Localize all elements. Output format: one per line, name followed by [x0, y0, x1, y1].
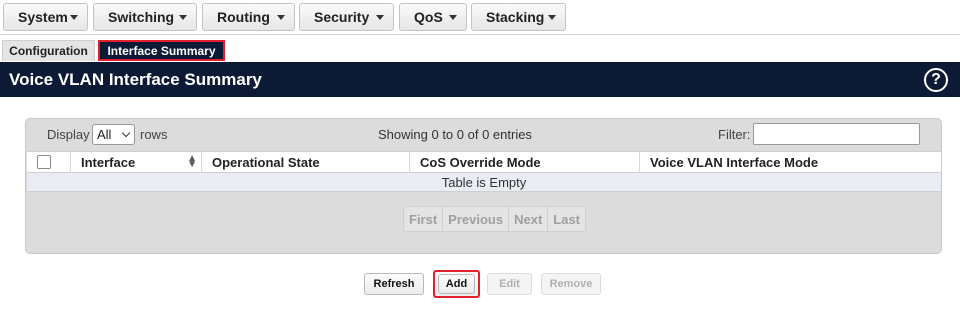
chevron-down-icon	[277, 15, 285, 20]
pagination-previous[interactable]: Previous	[443, 207, 510, 231]
add-button-face: Add	[438, 274, 475, 294]
menu-routing-label: Routing	[217, 9, 270, 25]
pagination-last[interactable]: Last	[548, 207, 585, 231]
menu-stacking-label: Stacking	[486, 9, 545, 25]
add-button[interactable]: Add	[433, 270, 480, 298]
pagination-first[interactable]: First	[404, 207, 444, 231]
help-icon-glyph: ?	[931, 71, 941, 88]
chevron-down-icon	[548, 15, 556, 20]
display-label: Display	[47, 127, 90, 142]
remove-button-label: Remove	[549, 278, 593, 290]
chevron-down-icon	[179, 15, 187, 20]
pagination-next[interactable]: Next	[509, 207, 549, 231]
menu-switching[interactable]: Switching	[93, 3, 197, 31]
table-header: Interface ▲ ▼ Operational State CoS Overr…	[27, 151, 941, 173]
table-empty-row: Table is Empty	[27, 173, 941, 192]
page-title-bar: Voice VLAN Interface Summary ?	[0, 62, 960, 97]
filter-input[interactable]	[753, 123, 920, 145]
menu-security-label: Security	[314, 9, 370, 25]
rows-per-page-select[interactable]: All	[92, 124, 135, 145]
tab-interface-summary[interactable]: Interface Summary	[98, 40, 225, 61]
column-header-cos-override-mode-label: CoS Override Mode	[420, 155, 541, 170]
tab-configuration-label: Configuration	[9, 44, 88, 58]
refresh-button[interactable]: Refresh	[364, 273, 424, 295]
column-header-interface-label: Interface	[81, 155, 136, 170]
top-menu-bar: System Switching Routing Security QoS St…	[0, 0, 960, 35]
menu-stacking[interactable]: Stacking	[471, 3, 566, 31]
chevron-down-icon	[70, 15, 78, 20]
entries-info: Showing 0 to 0 of 0 entries	[378, 127, 532, 142]
table-panel: Display All rows Showing 0 to 0 of 0 ent…	[25, 118, 942, 254]
menu-routing[interactable]: Routing	[202, 3, 295, 31]
edit-button[interactable]: Edit	[487, 273, 532, 295]
select-all-cell	[27, 152, 70, 173]
column-header-voice-vlan-interface-mode-label: Voice VLAN Interface Mode	[650, 155, 819, 170]
menu-qos-label: QoS	[414, 9, 443, 25]
add-button-label: Add	[445, 278, 468, 290]
select-all-checkbox[interactable]	[37, 155, 51, 169]
page-title: Voice VLAN Interface Summary	[9, 69, 262, 89]
column-header-cos-override-mode[interactable]: CoS Override Mode	[409, 152, 639, 173]
sort-icon: ▲ ▼	[187, 153, 197, 170]
chevron-down-icon	[449, 15, 457, 20]
menu-system[interactable]: System	[3, 3, 88, 31]
column-header-operational-state-label: Operational State	[212, 155, 320, 170]
menu-qos[interactable]: QoS	[399, 3, 467, 31]
chevron-down-icon	[121, 128, 131, 138]
refresh-button-label: Refresh	[373, 278, 415, 290]
chevron-down-icon	[376, 15, 384, 20]
column-header-operational-state[interactable]: Operational State	[201, 152, 409, 173]
filter-label: Filter:	[718, 127, 751, 142]
edit-button-label: Edit	[499, 278, 520, 290]
tab-configuration[interactable]: Configuration	[2, 40, 95, 61]
table-empty-text: Table is Empty	[441, 174, 527, 190]
column-header-interface[interactable]: Interface ▲ ▼	[70, 152, 201, 173]
menu-switching-label: Switching	[108, 9, 175, 25]
rows-label: rows	[140, 127, 168, 142]
tab-interface-summary-label: Interface Summary	[107, 43, 216, 58]
rows-per-page-value: All	[97, 127, 112, 142]
remove-button[interactable]: Remove	[541, 273, 601, 295]
menu-security[interactable]: Security	[299, 3, 394, 31]
pagination: First Previous Next Last	[403, 206, 587, 232]
menu-system-label: System	[18, 9, 68, 25]
column-header-voice-vlan-interface-mode[interactable]: Voice VLAN Interface Mode	[639, 152, 941, 173]
help-icon[interactable]: ?	[924, 68, 948, 92]
